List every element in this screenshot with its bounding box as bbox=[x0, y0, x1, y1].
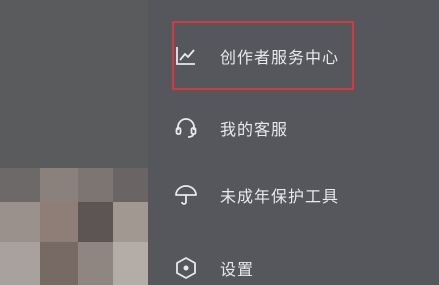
background-content[interactable] bbox=[0, 0, 148, 285]
menu-item-label: 设置 bbox=[220, 260, 255, 279]
settings-hexagon-icon bbox=[174, 256, 198, 280]
menu-item-customer-service[interactable]: 我的客服 bbox=[148, 100, 439, 156]
menu-item-creator-center[interactable]: 创作者服务中心 bbox=[148, 28, 439, 84]
menu-item-minor-protection[interactable]: 未成年保护工具 bbox=[148, 167, 439, 223]
umbrella-icon bbox=[174, 183, 198, 207]
chart-line-icon bbox=[174, 44, 198, 68]
menu-item-settings[interactable]: 设置 bbox=[148, 240, 439, 285]
menu-item-label: 创作者服务中心 bbox=[220, 48, 340, 67]
app-screen: 创作者服务中心 我的客服 未成年保护工具 设置 bbox=[0, 0, 439, 285]
menu-item-label: 未成年保护工具 bbox=[220, 187, 340, 206]
side-drawer: 创作者服务中心 我的客服 未成年保护工具 设置 bbox=[148, 0, 439, 285]
menu-item-label: 我的客服 bbox=[220, 120, 289, 139]
headset-icon bbox=[174, 116, 198, 140]
pixelated-thumbnail bbox=[0, 168, 148, 285]
